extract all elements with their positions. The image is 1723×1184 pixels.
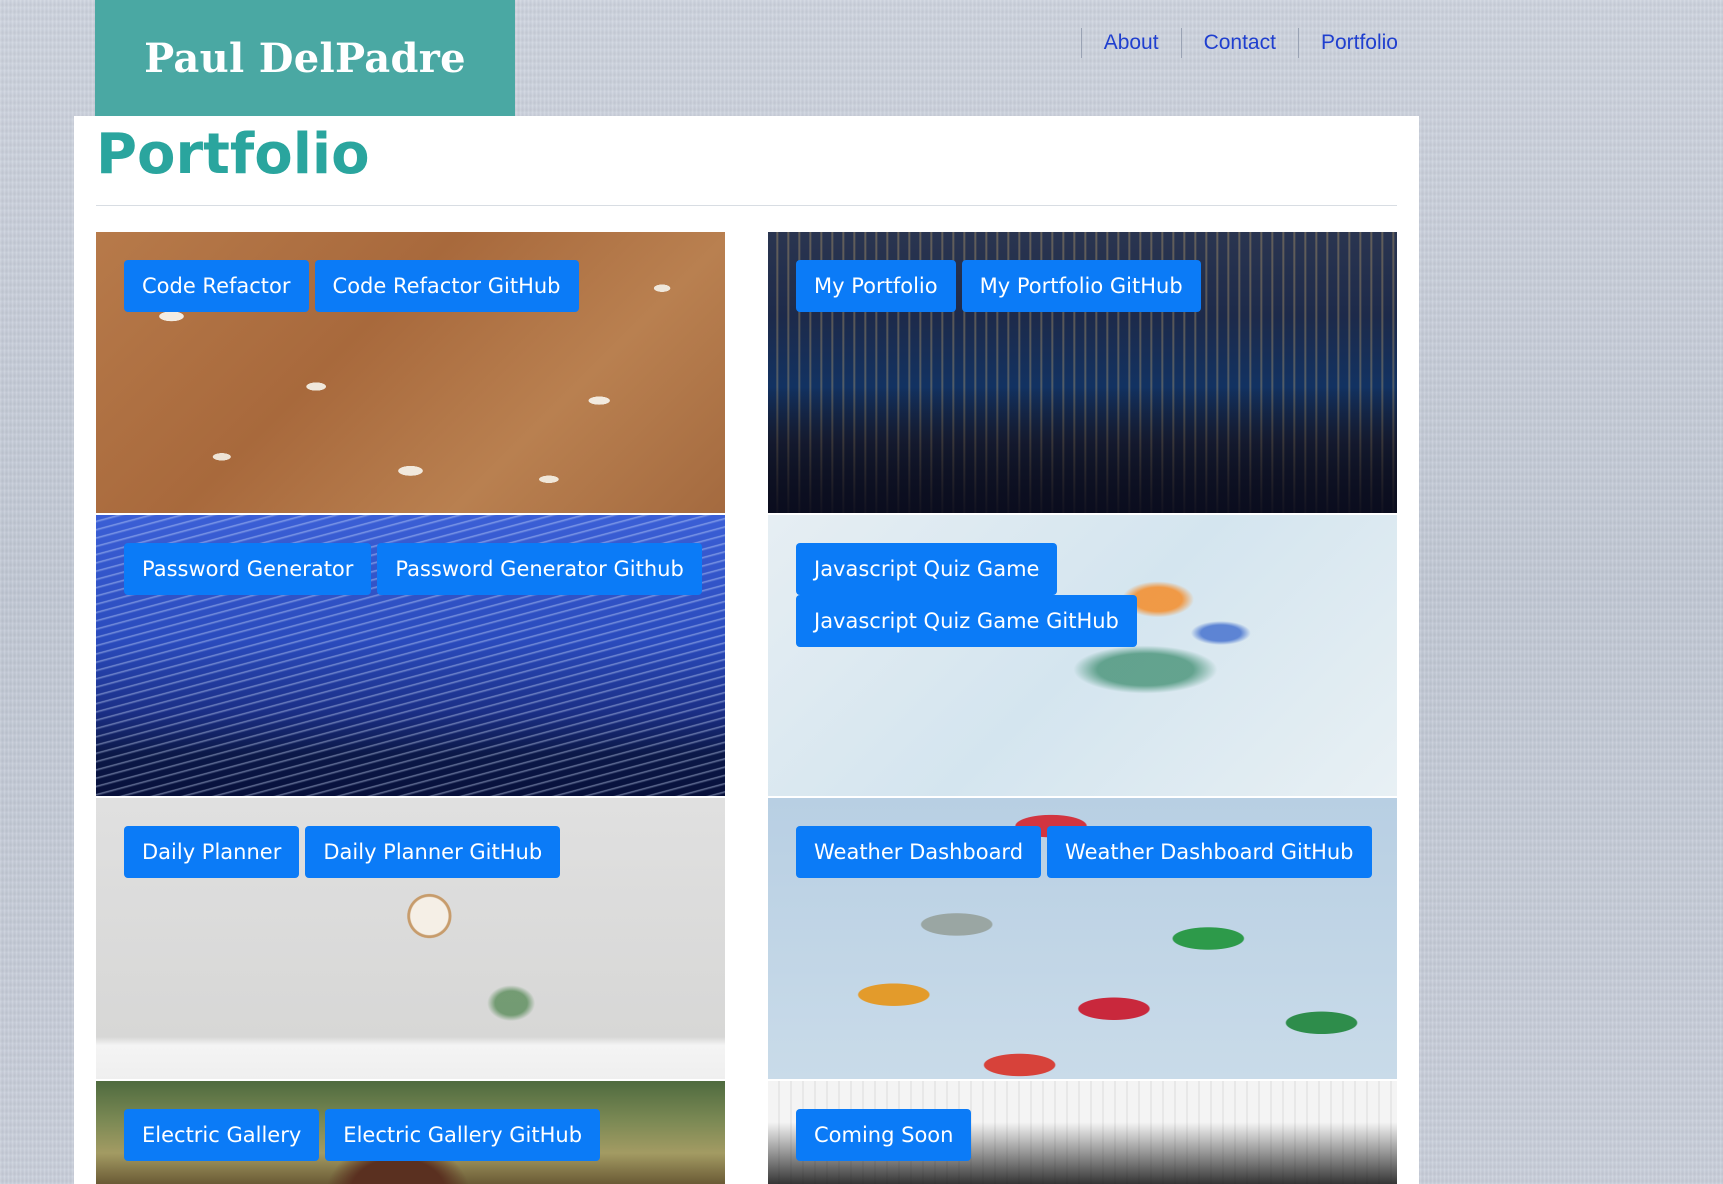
electric-gallery-github-button[interactable]: Electric Gallery GitHub: [325, 1109, 601, 1161]
portfolio-tile-weather-dashboard: Weather Dashboard Weather Dashboard GitH…: [768, 798, 1397, 1079]
weather-dashboard-button[interactable]: Weather Dashboard: [796, 826, 1042, 878]
portfolio-tile-my-portfolio: My Portfolio My Portfolio GitHub: [768, 232, 1397, 513]
brand-logo-box[interactable]: Paul DelPadre: [95, 0, 515, 116]
nav-link-about[interactable]: About: [1080, 28, 1181, 58]
portfolio-tile-coming-soon: Coming Soon: [768, 1081, 1397, 1184]
my-portfolio-github-button[interactable]: My Portfolio GitHub: [961, 260, 1201, 312]
code-refactor-github-button[interactable]: Code Refactor GitHub: [314, 260, 579, 312]
my-portfolio-button[interactable]: My Portfolio: [796, 260, 956, 312]
coming-soon-button[interactable]: Coming Soon: [796, 1109, 972, 1161]
password-generator-button[interactable]: Password Generator: [124, 543, 372, 595]
electric-gallery-button[interactable]: Electric Gallery: [124, 1109, 320, 1161]
password-generator-github-button[interactable]: Password Generator Github: [377, 543, 702, 595]
tile-button-group: Password Generator Password Generator Gi…: [124, 543, 702, 595]
portfolio-tile-daily-planner: Daily Planner Daily Planner GitHub: [96, 798, 725, 1079]
brand-name: Paul DelPadre: [144, 34, 466, 82]
nav-link-contact[interactable]: Contact: [1180, 28, 1298, 58]
daily-planner-github-button[interactable]: Daily Planner GitHub: [305, 826, 561, 878]
tile-button-group: My Portfolio My Portfolio GitHub: [796, 260, 1201, 312]
portfolio-tile-password-generator: Password Generator Password Generator Gi…: [96, 515, 725, 796]
tile-button-group: Coming Soon: [796, 1109, 972, 1161]
tile-button-group: Daily Planner Daily Planner GitHub: [124, 826, 561, 878]
portfolio-tile-code-refactor: Code Refactor Code Refactor GitHub: [96, 232, 725, 513]
weather-dashboard-github-button[interactable]: Weather Dashboard GitHub: [1047, 826, 1372, 878]
title-divider: [96, 205, 1397, 206]
page-title: Portfolio: [96, 122, 370, 187]
tile-button-group: Weather Dashboard Weather Dashboard GitH…: [796, 826, 1372, 878]
main-content: Portfolio Code Refactor Code Refactor Gi…: [74, 116, 1419, 1184]
portfolio-tile-quiz-game: Javascript Quiz Game Javascript Quiz Gam…: [768, 515, 1397, 796]
tile-button-group: Javascript Quiz Game Javascript Quiz Gam…: [796, 543, 1137, 647]
quiz-game-github-button[interactable]: Javascript Quiz Game GitHub: [796, 595, 1137, 647]
nav-link-portfolio[interactable]: Portfolio: [1297, 28, 1398, 58]
main-nav: About Contact Portfolio: [1080, 28, 1398, 58]
tile-button-group: Electric Gallery Electric Gallery GitHub: [124, 1109, 601, 1161]
quiz-game-button[interactable]: Javascript Quiz Game: [796, 543, 1058, 595]
portfolio-tile-electric-gallery: Electric Gallery Electric Gallery GitHub: [96, 1081, 725, 1184]
tile-button-group: Code Refactor Code Refactor GitHub: [124, 260, 579, 312]
code-refactor-button[interactable]: Code Refactor: [124, 260, 309, 312]
daily-planner-button[interactable]: Daily Planner: [124, 826, 300, 878]
